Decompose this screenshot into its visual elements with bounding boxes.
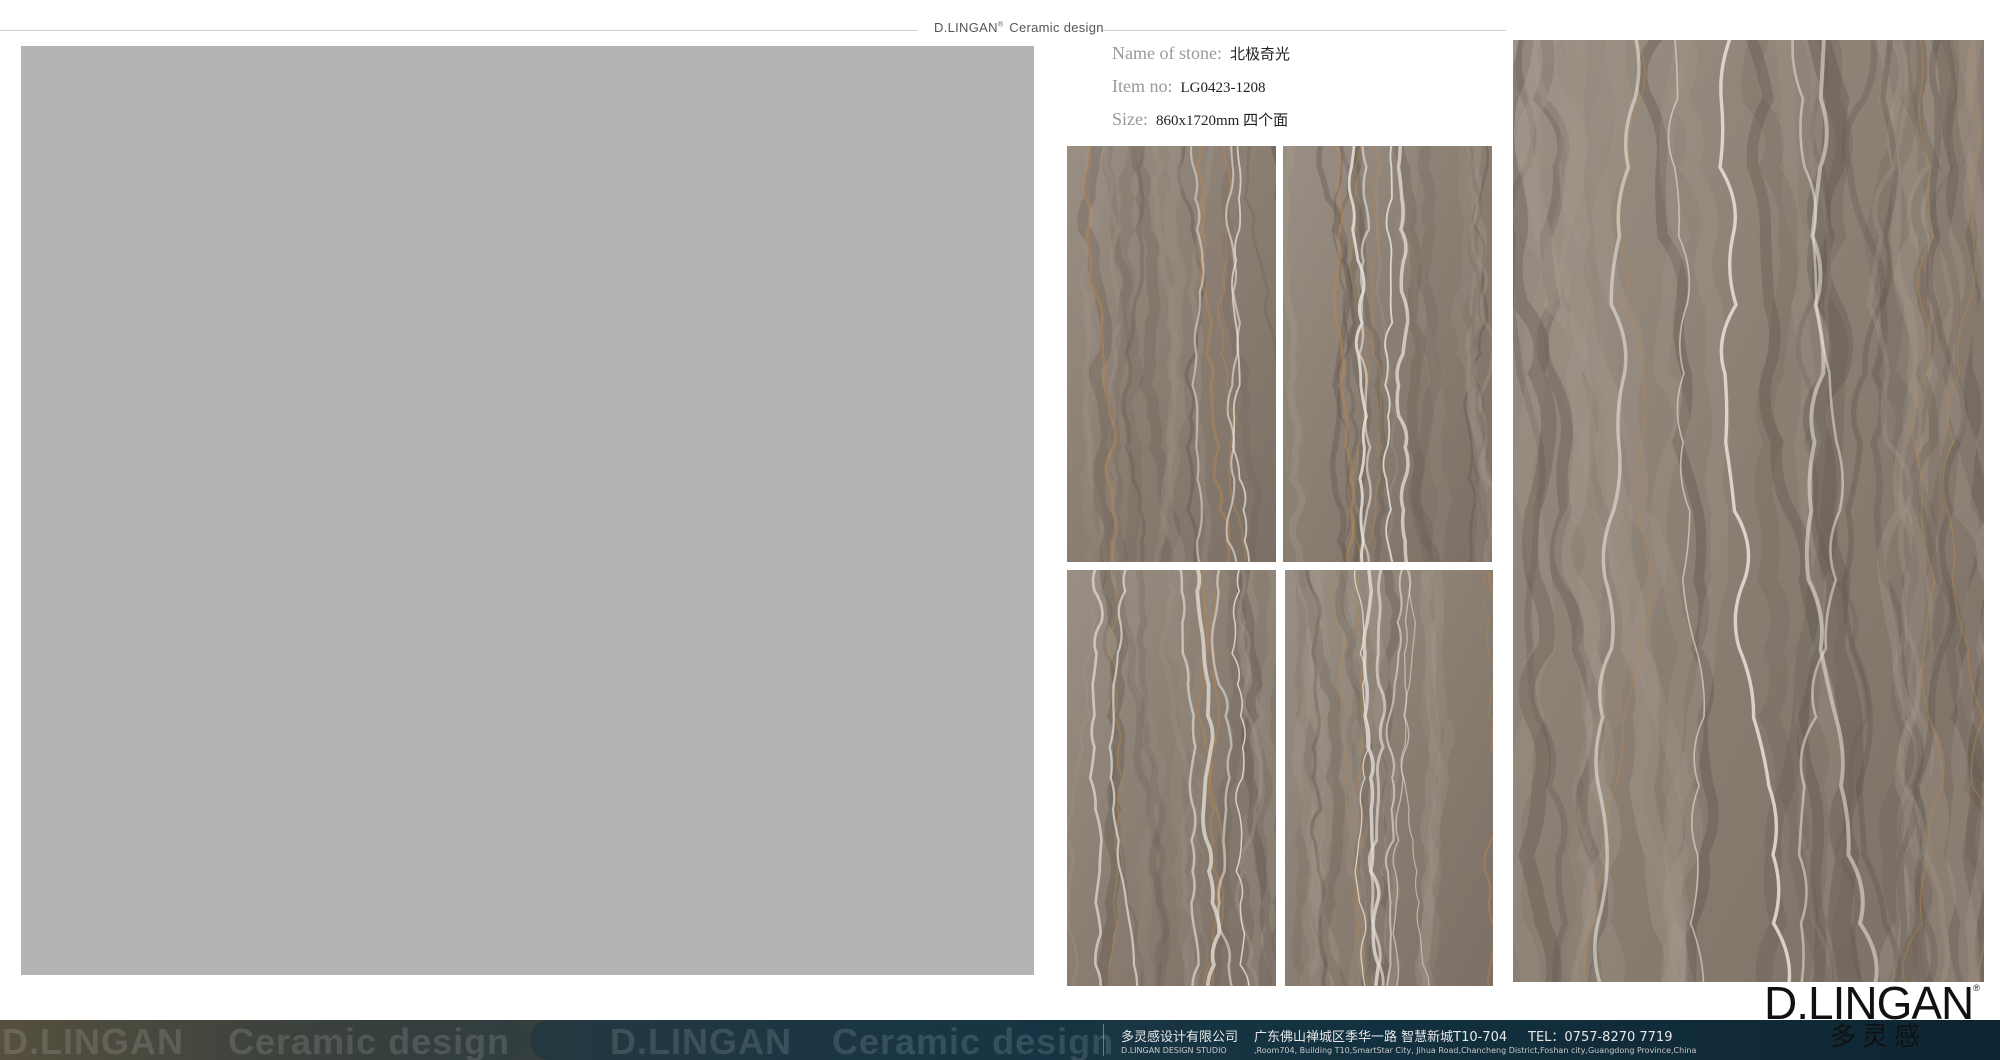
tile-face-2-texture xyxy=(1283,146,1492,562)
header-brand: D.LINGAN® Ceramic design xyxy=(934,20,1104,35)
footer-bar: D.LINGAN Ceramic design D.LINGAN Ceramic… xyxy=(0,1020,2000,1060)
header-subtitle: Ceramic design xyxy=(1009,20,1104,35)
brand-logo-reg: ® xyxy=(1973,983,1980,993)
item-no-row: Item no: LG0423-1208 xyxy=(1112,76,1266,97)
footer-ghost-brand-2: D.LINGAN xyxy=(610,1021,792,1060)
footer-studio-en: D.LINGAN DESIGN STUDIO xyxy=(1121,1046,1227,1055)
tile-face-4-texture xyxy=(1285,570,1493,986)
main-image-placeholder xyxy=(21,46,1034,975)
size-label: Size: xyxy=(1112,109,1148,129)
brand-logo: D.LINGAN® xyxy=(1764,980,1980,1026)
stone-name-value: 北极奇光 xyxy=(1229,47,1290,63)
tile-face-3-texture xyxy=(1067,570,1276,986)
header-brand-name: D.LINGAN xyxy=(934,20,998,35)
footer-company-cn: 多灵感设计有限公司 xyxy=(1121,1030,1239,1045)
tile-face-4 xyxy=(1285,570,1493,986)
tile-face-2 xyxy=(1283,146,1492,562)
footer-separator xyxy=(1103,1024,1104,1056)
tile-large-preview-texture xyxy=(1513,40,1984,982)
footer-tel: TEL：0757-8270 7719 xyxy=(1528,1030,1673,1045)
footer-ghost-subtitle-2: Ceramic design xyxy=(832,1021,1115,1060)
header-reg-mark: ® xyxy=(997,21,1004,29)
header-rule-right xyxy=(1102,30,1506,31)
brand-logo-cn: 多灵感 xyxy=(1830,1022,1927,1052)
header-rule-left xyxy=(0,30,918,31)
footer-address-en: ,Room704, Building T10,SmartStar City, J… xyxy=(1254,1046,1697,1055)
tile-face-1-texture xyxy=(1067,146,1276,562)
tile-large-preview xyxy=(1513,40,1984,982)
size-row: Size: 860x1720mm 四个面 xyxy=(1112,109,1288,130)
size-value: 860x1720mm 四个面 xyxy=(1156,113,1289,129)
item-no-label: Item no: xyxy=(1112,76,1173,96)
item-no-value: LG0423-1208 xyxy=(1180,80,1266,96)
stone-name-row: Name of stone: 北极奇光 xyxy=(1112,43,1290,64)
tile-face-3 xyxy=(1067,570,1276,986)
footer-address-cn: 广东佛山禅城区季华一路 智慧新城T10-704 xyxy=(1254,1030,1508,1045)
footer-ghost-brand-1: D.LINGAN xyxy=(2,1021,184,1060)
tile-face-1 xyxy=(1067,146,1276,562)
stone-name-label: Name of stone: xyxy=(1112,43,1222,63)
footer-ghost-subtitle-1: Ceramic design xyxy=(228,1021,511,1060)
